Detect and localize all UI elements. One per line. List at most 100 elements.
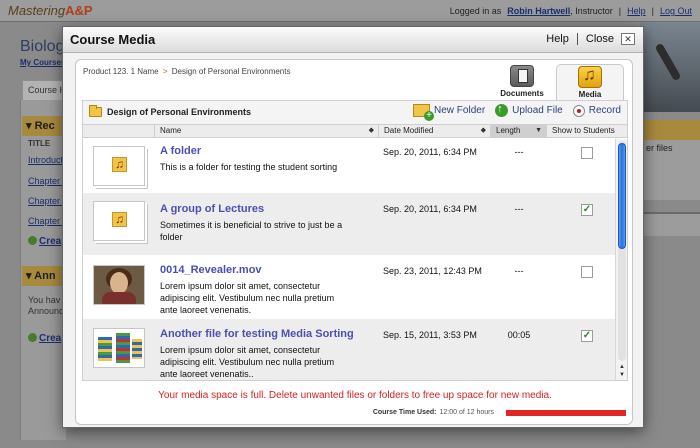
media-table-header: Name ◆ Date Modified ◆ Length ▼ Show to Stu… bbox=[82, 124, 628, 138]
record-icon bbox=[572, 104, 585, 117]
media-date: Sep. 15, 2011, 3:53 PM bbox=[383, 330, 477, 340]
column-show-to-students: Show to Students bbox=[552, 126, 615, 135]
media-name[interactable]: A group of Lectures bbox=[160, 203, 264, 215]
dialog-title: Course Media bbox=[70, 32, 156, 47]
media-date: Sep. 23, 2011, 12:43 PM bbox=[383, 266, 482, 276]
dialog-help-link[interactable]: Help bbox=[546, 33, 569, 45]
storage-full-warning: Your media space is full. Delete unwante… bbox=[158, 390, 552, 401]
folder-icon bbox=[89, 105, 102, 117]
media-icon bbox=[578, 65, 602, 88]
media-name[interactable]: Another file for testing Media Sorting bbox=[160, 328, 354, 340]
app-logo: MasteringA&P bbox=[8, 3, 93, 18]
add-icon bbox=[28, 333, 37, 342]
breadcrumb-product[interactable]: Product 123. 1 Name bbox=[83, 67, 159, 76]
record-label: Record bbox=[588, 105, 621, 116]
new-folder-button[interactable]: New Folder bbox=[413, 104, 486, 121]
tab-course-home[interactable]: Course H bbox=[22, 80, 66, 100]
toolbar-actions: New Folder Upload File Record bbox=[413, 103, 621, 121]
usage-value: 12:00 of 12 hours bbox=[439, 409, 495, 416]
dialog-header: Course Media Help Close ✕ bbox=[63, 27, 643, 53]
usage-label: Course Time Used: bbox=[372, 409, 437, 416]
media-date: Sep. 20, 2011, 6:34 PM bbox=[383, 147, 477, 157]
user-name-link[interactable]: Robin Hartwell bbox=[507, 6, 570, 16]
media-description: Lorem ipsum dolor sit amet, consectetur … bbox=[160, 281, 335, 315]
right-panel-text: er files bbox=[646, 143, 673, 153]
column-name[interactable]: Name ◆ bbox=[155, 125, 379, 137]
documents-icon bbox=[510, 65, 534, 87]
upload-file-label: Upload File bbox=[512, 105, 563, 116]
right-section-header bbox=[644, 120, 700, 140]
media-name[interactable]: 0014_Revealer.mov bbox=[160, 264, 262, 276]
help-link[interactable]: Help bbox=[627, 6, 646, 16]
media-length: --- bbox=[514, 204, 524, 214]
show-to-students-checkbox[interactable] bbox=[581, 147, 593, 159]
upload-icon bbox=[495, 103, 509, 117]
top-bar: MasteringA&P Logged in as Robin Hartwell… bbox=[0, 0, 700, 22]
course-media-dialog: Course Media Help Close ✕ Product 123. 1… bbox=[62, 26, 644, 428]
announcements-section-header[interactable]: ▾ Ann bbox=[22, 266, 66, 286]
show-to-students-checkbox[interactable]: ✓ bbox=[581, 204, 593, 216]
create-link[interactable]: Crea bbox=[28, 236, 64, 247]
scroll-thumb[interactable] bbox=[618, 143, 626, 249]
folder-toolbar: Design of Personal Environments New Fold… bbox=[82, 100, 628, 124]
recent-item-3[interactable]: Chapter 3 bbox=[28, 216, 64, 226]
scroll-down-icon[interactable]: ▼ bbox=[617, 371, 627, 379]
scroll-up-icon[interactable]: ▲ bbox=[617, 363, 627, 371]
video-thumbnail bbox=[93, 265, 145, 305]
title-column-header: TITLE bbox=[28, 139, 51, 148]
recent-item-2[interactable]: Chapter 2 bbox=[28, 196, 64, 206]
breadcrumb: Product 123. 1 Name > Design of Personal… bbox=[83, 67, 290, 76]
breadcrumb-current: Design of Personal Environments bbox=[171, 67, 291, 76]
media-row[interactable]: ♫ A folder This is a folder for testing … bbox=[83, 139, 617, 193]
media-row[interactable]: ♫ A group of Lectures Sometimes it is be… bbox=[83, 193, 617, 255]
tab-media-label: Media bbox=[578, 90, 602, 99]
column-thumbnail bbox=[83, 125, 155, 137]
show-to-students-checkbox[interactable] bbox=[581, 266, 593, 278]
column-length[interactable]: Length ▼ bbox=[491, 125, 547, 137]
media-date: Sep. 20, 2011, 6:34 PM bbox=[383, 204, 477, 214]
media-tabs: Documents Media bbox=[488, 64, 624, 100]
folder-thumbnail: ♫ bbox=[93, 201, 145, 241]
sort-desc-icon: ▼ bbox=[535, 127, 542, 134]
current-folder: Design of Personal Environments bbox=[89, 105, 252, 117]
recent-item-0[interactable]: Introducti bbox=[28, 155, 64, 165]
music-note-icon: ♫ bbox=[112, 212, 127, 227]
course-title: Biolog bbox=[20, 38, 65, 55]
tab-documents[interactable]: Documents bbox=[488, 64, 556, 100]
media-description: Sometimes it is beneficial to strive to … bbox=[160, 220, 343, 242]
new-folder-icon bbox=[413, 104, 435, 121]
image-thumbnail bbox=[93, 328, 145, 368]
new-folder-label: New Folder bbox=[434, 105, 486, 116]
media-row[interactable]: 0014_Revealer.mov Lorem ipsum dolor sit … bbox=[83, 255, 617, 319]
dialog-actions: Help Close ✕ bbox=[546, 33, 635, 45]
media-panel: Product 123. 1 Name > Design of Personal… bbox=[75, 59, 633, 425]
column-date-modified[interactable]: Date Modified ◆ bbox=[379, 125, 491, 137]
media-description: This is a folder for testing the student… bbox=[160, 162, 338, 172]
current-folder-name: Design of Personal Environments bbox=[107, 107, 252, 117]
create-link-2[interactable]: Crea bbox=[28, 333, 64, 344]
dialog-close-link[interactable]: Close bbox=[586, 33, 614, 45]
media-row[interactable]: Another file for testing Media Sorting L… bbox=[83, 319, 617, 380]
close-icon[interactable]: ✕ bbox=[621, 33, 635, 45]
my-courses-link[interactable]: My Courses bbox=[20, 58, 65, 67]
announcement-text-2: Announc bbox=[28, 306, 64, 316]
media-length: --- bbox=[514, 147, 524, 157]
media-length: 00:05 bbox=[507, 330, 531, 340]
tab-media[interactable]: Media bbox=[556, 64, 624, 100]
user-role: , Instructor bbox=[570, 6, 613, 16]
header-photo bbox=[640, 22, 700, 112]
show-to-students-checkbox[interactable]: ✓ bbox=[581, 330, 593, 342]
sort-icon: ◆ bbox=[480, 127, 486, 134]
recent-item-1[interactable]: Chapter 1 bbox=[28, 176, 64, 186]
record-button[interactable]: Record bbox=[572, 104, 621, 117]
tab-documents-label: Documents bbox=[500, 89, 544, 98]
breadcrumb-separator: > bbox=[162, 67, 168, 76]
list-scrollbar[interactable]: ▲ ▼ bbox=[615, 139, 627, 380]
upload-file-button[interactable]: Upload File bbox=[495, 103, 563, 117]
divider bbox=[576, 33, 578, 45]
logout-link[interactable]: Log Out bbox=[660, 6, 692, 16]
media-description: Lorem ipsum dolor sit amet, consectetur … bbox=[160, 345, 335, 379]
recent-section-header[interactable]: ▾ Rec bbox=[22, 116, 66, 136]
right-panel-2 bbox=[644, 212, 700, 236]
media-name[interactable]: A folder bbox=[160, 145, 201, 157]
